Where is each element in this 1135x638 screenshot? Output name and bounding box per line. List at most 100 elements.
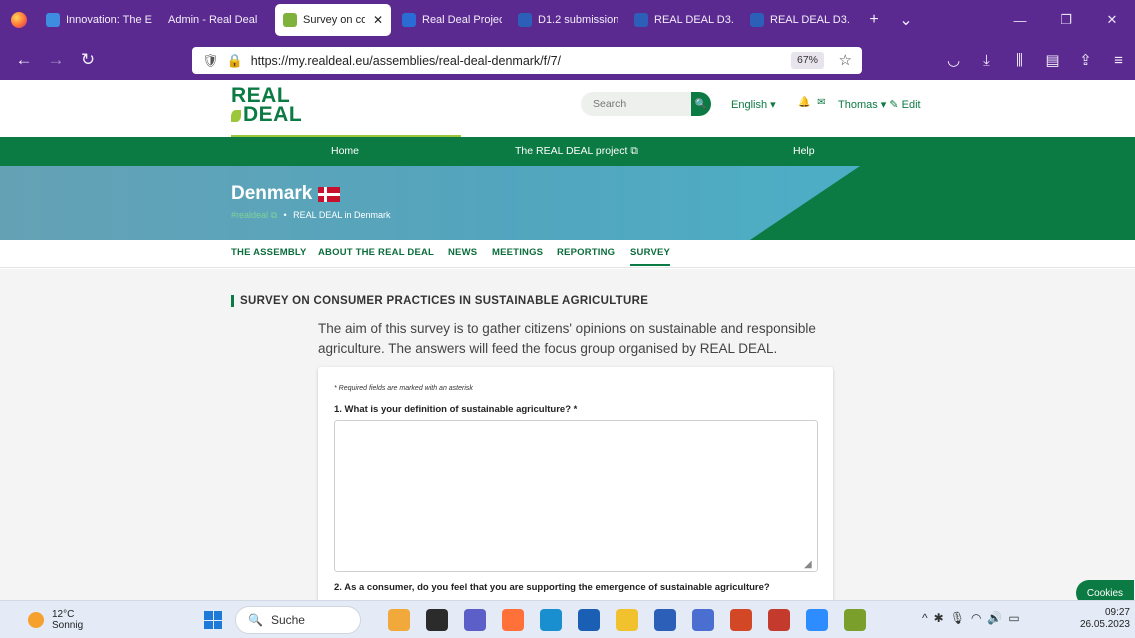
nav-home[interactable]: Home (331, 145, 359, 157)
wifi-icon[interactable]: ◠ (971, 611, 987, 625)
survey-form: * Required fields are marked with an ast… (318, 367, 833, 600)
taskbar-app-icon[interactable] (654, 609, 676, 631)
browser-tab[interactable]: REAL DEAL D3.2D (626, 0, 742, 40)
cookies-button[interactable]: Cookies (1076, 580, 1134, 600)
tab-news[interactable]: NEWS (448, 247, 477, 258)
taskbar-app-icon[interactable] (692, 609, 714, 631)
tab-favicon-icon (518, 13, 532, 27)
new-tab-button[interactable]: + (858, 11, 890, 29)
browser-tab[interactable]: REAL DEAL D3.2D (742, 0, 858, 40)
browser-tab[interactable]: Innovation: The E (38, 0, 160, 40)
bookmark-star-icon[interactable]: ☆ (839, 51, 852, 69)
denmark-flag-icon (318, 186, 341, 202)
question-1-answer[interactable] (334, 420, 818, 572)
taskbar-app-icon[interactable] (464, 609, 486, 631)
user-menu[interactable]: Thomas ▾ ✎ Edit (838, 98, 921, 111)
browser-tab[interactable]: Survey on cons✕ (275, 4, 391, 36)
nav-project[interactable]: The REAL DEAL project ⧉ (515, 145, 638, 158)
main-navigation: Home The REAL DEAL project ⧉ Help (0, 137, 1135, 166)
app-tray-icon[interactable]: ✱ (934, 611, 950, 625)
taskbar-app-icon[interactable] (806, 609, 828, 631)
share-icon[interactable]: ⇪ (1069, 51, 1102, 69)
clock[interactable]: 09:27 26.05.2023 (1076, 607, 1130, 631)
taskbar-app-icon[interactable] (502, 609, 524, 631)
url-text[interactable]: https://my.realdeal.eu/assemblies/real-d… (251, 54, 561, 68)
taskbar-search[interactable]: 🔍 Suche (235, 606, 361, 634)
required-note: * Required fields are marked with an ast… (334, 385, 473, 392)
chevron-up-icon[interactable]: ^ (922, 611, 934, 625)
tab-the-assembly[interactable]: THE ASSEMBLY (231, 247, 307, 258)
resize-grip-icon[interactable]: ◢ (804, 559, 812, 570)
search-icon: 🔍 (248, 613, 263, 627)
start-button[interactable] (204, 611, 222, 629)
tab-favicon-icon (634, 13, 648, 27)
tab-favicon-icon (750, 13, 764, 27)
tab-meetings[interactable]: MEETINGS (492, 247, 543, 258)
taskbar-app-icon[interactable] (540, 609, 562, 631)
language-chooser[interactable]: English ▾ (731, 98, 776, 111)
tab-about[interactable]: ABOUT THE REAL DEAL (318, 247, 434, 258)
taskbar-app-icon[interactable] (388, 609, 410, 631)
close-tab-icon[interactable]: ✕ (373, 13, 383, 27)
windows-taskbar: 12°C Sonnig 🔍 Suche ^✱🎙◠🔊▭ 09:27 26.05.20… (0, 600, 1135, 638)
volume-icon[interactable]: 🔊 (987, 611, 1008, 625)
real-deal-logo[interactable]: REAL DEAL (231, 85, 302, 125)
battery-icon[interactable]: ▭ (1008, 611, 1025, 625)
hashtag-link[interactable]: #realdeal ⧉ (231, 210, 277, 220)
assembly-banner: Denmark #realdeal ⧉ • REAL DEAL in Denma… (0, 166, 1135, 240)
minimize-icon[interactable]: — (997, 0, 1043, 40)
browser-tab[interactable]: D1.2 submission (510, 0, 626, 40)
site-header: REAL DEAL 🔍 English ▾ 🔔 ✉ Thomas ▾ ✎ Edi… (0, 80, 1135, 136)
lock-icon[interactable]: 🔒 (227, 53, 243, 69)
menu-icon[interactable]: ≡ (1102, 52, 1135, 69)
taskbar-app-icon[interactable] (426, 609, 448, 631)
downloads-icon[interactable]: ⤓ (970, 52, 1003, 69)
zoom-level[interactable]: 67% (790, 52, 824, 69)
taskbar-app-icon[interactable] (844, 609, 866, 631)
restore-icon[interactable]: ❐ (1043, 0, 1089, 40)
tab-list-button[interactable]: ⌄ (890, 10, 922, 30)
pocket-icon[interactable]: ◡ (937, 51, 970, 69)
reload-icon[interactable]: ↻ (72, 50, 104, 70)
taskbar-app-icon[interactable] (578, 609, 600, 631)
back-icon[interactable]: ← (8, 50, 40, 70)
forward-icon[interactable]: → (40, 50, 72, 70)
taskbar-app-icon[interactable] (730, 609, 752, 631)
taskbar-app-icon[interactable] (616, 609, 638, 631)
tracking-shield-icon[interactable]: 🛡 (202, 53, 219, 69)
messages-icon[interactable]: ✉ (817, 97, 825, 108)
search-icon: 🔍 (694, 98, 708, 110)
survey-content: SURVEY ON CONSUMER PRACTICES IN SUSTAINA… (0, 269, 1135, 600)
tab-favicon-icon (402, 13, 416, 27)
tab-favicon-icon (283, 13, 297, 27)
tab-survey[interactable]: SURVEY (630, 247, 671, 266)
survey-intro: The aim of this survey is to gather citi… (318, 321, 816, 356)
banner-shape (0, 166, 1135, 240)
browser-tab[interactable]: Admin - Real Deal (160, 0, 272, 40)
search-button[interactable]: 🔍 (691, 92, 711, 116)
microphone-icon[interactable]: 🎙 (950, 611, 971, 625)
browser-tab-strip: Innovation: The E Admin - Real Deal Survey… (0, 0, 1135, 40)
site-search-input[interactable] (581, 92, 691, 116)
edit-link[interactable]: ✎ Edit (889, 99, 920, 111)
web-page: REAL DEAL 🔍 English ▾ 🔔 ✉ Thomas ▾ ✎ Edi… (0, 80, 1135, 600)
weather-widget[interactable]: 12°C Sonnig (28, 609, 83, 631)
assembly-title: Denmark (231, 183, 341, 205)
library-icon[interactable]: ⫼ (1003, 52, 1036, 69)
user-name[interactable]: Thomas ▾ (838, 99, 886, 111)
browser-toolbar: ← → ↻ 🛡 🔒 https://my.realdeal.eu/assembl… (0, 40, 1135, 80)
reader-icon[interactable]: ▤ (1036, 51, 1069, 69)
url-bar[interactable]: 🛡 🔒 https://my.realdeal.eu/assemblies/re… (192, 47, 862, 74)
tab-reporting[interactable]: REPORTING (557, 247, 615, 258)
taskbar-app-icon[interactable] (768, 609, 790, 631)
system-tray[interactable]: ^✱🎙◠🔊▭ (922, 611, 1026, 625)
banner-breadcrumb: #realdeal ⧉ • REAL DEAL in Denmark (231, 210, 391, 220)
nav-help[interactable]: Help (793, 145, 815, 157)
close-window-icon[interactable]: ✕ (1089, 0, 1135, 40)
question-1-label: 1. What is your definition of sustainabl… (334, 404, 578, 415)
browser-tab[interactable]: Real Deal Project (394, 0, 510, 40)
notifications-icon[interactable]: 🔔 (798, 97, 810, 108)
tab-favicon-icon (46, 13, 60, 27)
firefox-icon[interactable] (0, 0, 38, 40)
sun-icon (28, 612, 44, 628)
